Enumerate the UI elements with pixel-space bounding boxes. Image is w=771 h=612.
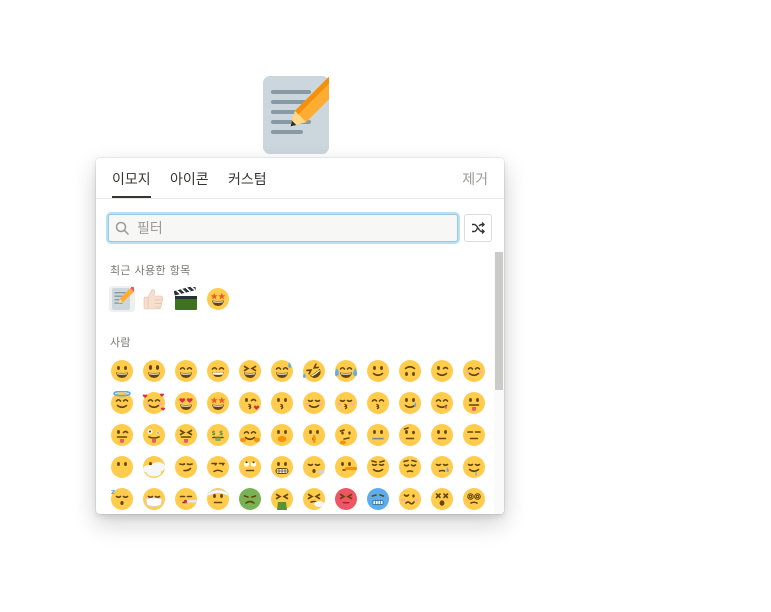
medical-mask-emoji[interactable]	[141, 486, 167, 512]
memo-pencil-icon	[263, 68, 349, 154]
smirking-emoji[interactable]	[173, 454, 199, 480]
woozy-emoji[interactable]	[397, 486, 423, 512]
money-mouth-emoji[interactable]: $ $	[205, 422, 231, 448]
search-icon	[115, 221, 129, 235]
smiling-relaxed-emoji[interactable]	[301, 390, 327, 416]
hot-face-emoji[interactable]	[333, 486, 359, 512]
scrollbar-thumb[interactable]	[495, 252, 503, 390]
page-icon-memo[interactable]	[263, 68, 349, 154]
thermometer-emoji[interactable]	[173, 486, 199, 512]
star-struck-emoji[interactable]	[205, 390, 231, 416]
grinning-sweat-emoji[interactable]	[269, 358, 295, 384]
winking-emoji[interactable]	[429, 358, 455, 384]
zany-emoji[interactable]	[141, 422, 167, 448]
scrollbar[interactable]	[494, 252, 504, 514]
emoji-scroll-area[interactable]: 최근 사용한 항목 사람 $ $ z	[96, 252, 504, 514]
shuffle-icon	[472, 222, 485, 234]
grimacing-emoji[interactable]	[269, 454, 295, 480]
section-label-people: 사람	[110, 336, 131, 349]
upside-down-emoji[interactable]	[397, 358, 423, 384]
smiling-tear-emoji[interactable]	[397, 390, 423, 416]
tab-icon[interactable]: 아이콘	[170, 169, 209, 189]
winking-tongue-emoji[interactable]	[109, 422, 135, 448]
thinking-emoji[interactable]	[333, 422, 359, 448]
icon-picker-popup: 이모지 아이콘 커스텀 제거 최근 사용한 항목 사람 $$ z	[96, 158, 504, 514]
cold-face-emoji[interactable]	[365, 486, 391, 512]
hugging-emoji[interactable]	[237, 422, 263, 448]
sleeping-emoji[interactable]: z	[109, 486, 135, 512]
sneezing-emoji[interactable]	[301, 486, 327, 512]
thumbs-up-light-skin-emoji[interactable]	[141, 286, 167, 312]
expressionless-emoji[interactable]	[461, 422, 487, 448]
kissing-closed-eyes-emoji[interactable]	[333, 390, 359, 416]
savoring-food-emoji[interactable]	[429, 390, 455, 416]
rolling-eyes-emoji[interactable]	[237, 454, 263, 480]
hand-over-mouth-emoji[interactable]	[269, 422, 295, 448]
svg-text:$: $	[212, 430, 216, 437]
raised-eyebrow-emoji[interactable]	[397, 422, 423, 448]
tab-emoji[interactable]: 이모지	[112, 169, 151, 198]
remove-button[interactable]: 제거	[462, 169, 488, 189]
nauseated-emoji[interactable]	[237, 486, 263, 512]
search-input[interactable]	[135, 218, 449, 240]
lying-emoji[interactable]	[333, 454, 359, 480]
pensive-emoji[interactable]	[397, 454, 423, 480]
rofl-emoji[interactable]	[301, 358, 327, 384]
tears-of-joy-emoji[interactable]	[333, 358, 359, 384]
face-in-clouds-emoji[interactable]	[141, 454, 167, 480]
star-struck-emoji[interactable]	[205, 286, 231, 312]
face-blowing-kiss-emoji[interactable]	[237, 390, 263, 416]
memo-emoji[interactable]	[109, 286, 135, 312]
slightly-smiling-emoji[interactable]	[365, 358, 391, 384]
unamused-emoji[interactable]	[205, 454, 231, 480]
grinning-squinting-emoji[interactable]	[237, 358, 263, 384]
sleepy-emoji[interactable]	[429, 454, 455, 480]
smiling-eyes-emoji[interactable]	[461, 358, 487, 384]
section-label-recent: 최근 사용한 항목	[110, 264, 191, 277]
kissing-smiling-eyes-emoji[interactable]	[365, 390, 391, 416]
clapper-board-emoji[interactable]	[173, 286, 199, 312]
relieved-emoji[interactable]	[365, 454, 391, 480]
shuffle-button[interactable]	[464, 214, 492, 242]
neutral-emoji[interactable]	[429, 422, 455, 448]
svg-text:z: z	[111, 488, 115, 496]
dizzy-emoji[interactable]	[429, 486, 455, 512]
tongue-out-emoji[interactable]	[461, 390, 487, 416]
zipper-mouth-emoji[interactable]	[365, 422, 391, 448]
tab-custom[interactable]: 커스텀	[228, 169, 267, 189]
heart-eyes-emoji[interactable]	[173, 390, 199, 416]
squinting-tongue-emoji[interactable]	[173, 422, 199, 448]
spiral-eyes-emoji[interactable]	[461, 486, 487, 512]
grinning-face-emoji[interactable]	[109, 358, 135, 384]
grinning-smiling-eyes-emoji[interactable]	[173, 358, 199, 384]
no-mouth-emoji[interactable]	[109, 454, 135, 480]
drooling-emoji[interactable]	[461, 454, 487, 480]
svg-text:$: $	[219, 430, 223, 437]
beaming-face-emoji[interactable]	[205, 358, 231, 384]
kissing-emoji[interactable]	[269, 390, 295, 416]
head-bandage-emoji[interactable]	[205, 486, 231, 512]
vomiting-emoji[interactable]	[269, 486, 295, 512]
shushing-emoji[interactable]	[301, 422, 327, 448]
grinning-face-big-eyes-emoji[interactable]	[141, 358, 167, 384]
picker-tabs: 이모지 아이콘 커스텀 제거	[96, 158, 504, 199]
halo-emoji[interactable]	[109, 390, 135, 416]
search-box	[108, 214, 458, 242]
exhaling-emoji[interactable]	[301, 454, 327, 480]
smiling-hearts-emoji[interactable]	[141, 390, 167, 416]
